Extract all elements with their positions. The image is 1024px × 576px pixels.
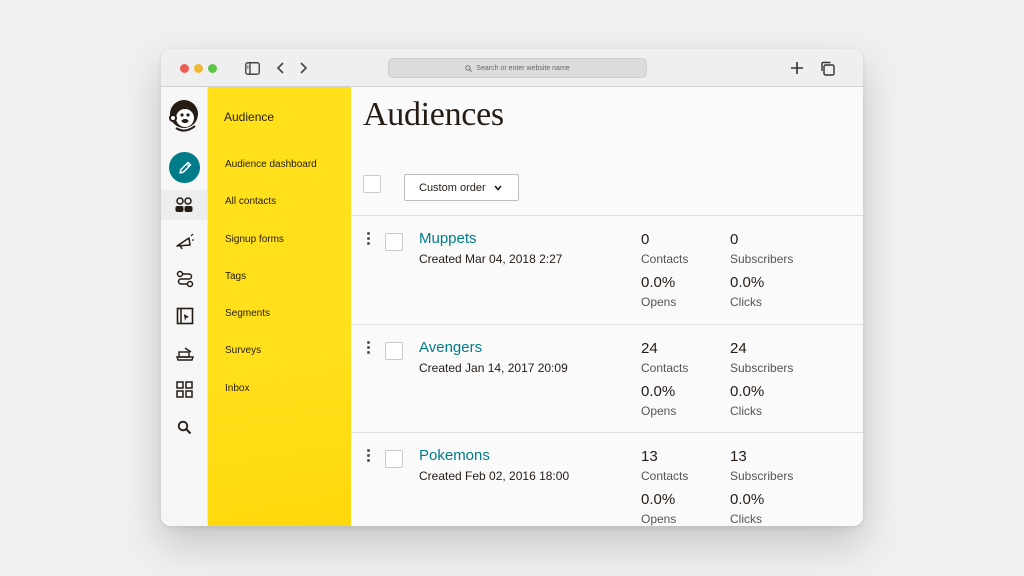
audience-name-link[interactable]: Muppets	[419, 230, 477, 247]
address-bar[interactable]: Search or enter website name	[388, 58, 647, 78]
forward-icon[interactable]	[294, 59, 312, 77]
rail-item-campaigns[interactable]	[172, 229, 197, 254]
main-content: Audiences Custom order Muppets Created M…	[351, 87, 863, 526]
row-menu-icon[interactable]	[367, 341, 371, 354]
mailchimp-logo[interactable]	[166, 97, 203, 134]
rail-item-website[interactable]	[172, 303, 197, 328]
audience-created-date: Created Jan 14, 2017 20:09	[419, 361, 568, 375]
audience-row: Pokemons Created Feb 02, 2016 18:00 13 C…	[351, 433, 863, 526]
sidebar-item-all-contacts[interactable]: All contacts	[225, 196, 276, 207]
audience-sidebar: Audience Audience dashboard All contacts…	[208, 87, 351, 526]
contacts-label: Contacts	[641, 361, 689, 375]
address-bar-placeholder: Search or enter website name	[476, 64, 570, 72]
audience-name-link[interactable]: Avengers	[419, 339, 482, 356]
create-pencil-button[interactable]	[169, 152, 200, 183]
row-menu-icon[interactable]	[367, 449, 371, 462]
row-checkbox[interactable]	[385, 233, 403, 251]
clicks-rate: 0.0%	[730, 274, 765, 291]
app-nav-rail	[161, 87, 208, 526]
search-icon	[177, 420, 192, 435]
minimize-window-button[interactable]	[194, 64, 203, 73]
close-window-button[interactable]	[180, 64, 189, 73]
subscribers-count: 0	[730, 231, 739, 248]
row-checkbox[interactable]	[385, 450, 403, 468]
clicks-label: Clicks	[730, 512, 762, 526]
new-tab-icon[interactable]	[788, 59, 806, 77]
chevron-down-icon	[494, 184, 502, 191]
browser-toolbar: Search or enter website name	[161, 49, 863, 87]
row-menu-icon[interactable]	[367, 232, 371, 245]
sort-order-label: Custom order	[419, 181, 486, 194]
contacts-label: Contacts	[641, 252, 689, 266]
opens-rate: 0.0%	[641, 274, 676, 291]
subscribers-label: Subscribers	[730, 252, 794, 266]
clicks-rate: 0.0%	[730, 491, 765, 508]
audience-icon	[175, 197, 193, 212]
sidebar-item-segments[interactable]: Segments	[225, 308, 270, 319]
sidebar-toggle-icon[interactable]	[243, 59, 261, 77]
browser-window: Search or enter website name Audience Au…	[161, 49, 863, 526]
opens-label: Opens	[641, 512, 677, 526]
audience-name-link[interactable]: Pokemons	[419, 447, 490, 464]
audience-row: Avengers Created Jan 14, 2017 20:09 24 C…	[351, 325, 863, 433]
audience-row: Muppets Created Mar 04, 2018 2:27 0 Cont…	[351, 216, 863, 324]
subscribers-count: 13	[730, 448, 747, 465]
pencil-icon	[178, 161, 191, 174]
back-icon[interactable]	[272, 59, 290, 77]
opens-rate: 0.0%	[641, 383, 676, 400]
tab-overview-icon[interactable]	[818, 59, 836, 77]
website-icon	[176, 307, 193, 324]
page-title: Audiences	[363, 96, 504, 133]
contacts-label: Contacts	[641, 469, 689, 483]
clicks-rate: 0.0%	[730, 383, 765, 400]
campaign-icon	[175, 233, 194, 249]
row-checkbox[interactable]	[385, 342, 403, 360]
search-icon	[465, 64, 473, 72]
zoom-window-button[interactable]	[208, 64, 217, 73]
subscribers-label: Subscribers	[730, 361, 794, 375]
rail-item-automations[interactable]	[172, 266, 197, 291]
sidebar-item-inbox[interactable]: Inbox	[225, 383, 249, 394]
subscribers-label: Subscribers	[730, 469, 794, 483]
sidebar-item-surveys[interactable]: Surveys	[225, 345, 261, 356]
opens-rate: 0.0%	[641, 491, 676, 508]
contacts-count: 13	[641, 448, 658, 465]
rail-item-integrations[interactable]	[172, 340, 197, 365]
sidebar-item-tags[interactable]: Tags	[225, 271, 246, 282]
sidebar-item-audience-dashboard[interactable]: Audience dashboard	[225, 159, 317, 170]
opens-label: Opens	[641, 404, 677, 418]
subscribers-count: 24	[730, 340, 747, 357]
rail-item-content[interactable]	[172, 377, 197, 402]
contacts-count: 24	[641, 340, 658, 357]
rail-item-audience[interactable]	[161, 190, 207, 220]
select-all-checkbox[interactable]	[363, 175, 381, 193]
audience-created-date: Created Feb 02, 2016 18:00	[419, 469, 570, 483]
sort-order-dropdown[interactable]: Custom order	[404, 174, 519, 201]
automation-icon	[176, 270, 193, 287]
integrations-icon	[175, 346, 194, 361]
opens-label: Opens	[641, 295, 677, 309]
clicks-label: Clicks	[730, 295, 762, 309]
rail-item-search[interactable]	[172, 415, 197, 440]
clicks-label: Clicks	[730, 404, 762, 418]
sidebar-title: Audience	[224, 110, 275, 124]
sidebar-item-signup-forms[interactable]: Signup forms	[225, 234, 284, 245]
audience-created-date: Created Mar 04, 2018 2:27	[419, 252, 563, 266]
contacts-count: 0	[641, 231, 650, 248]
grid-icon	[176, 381, 193, 398]
